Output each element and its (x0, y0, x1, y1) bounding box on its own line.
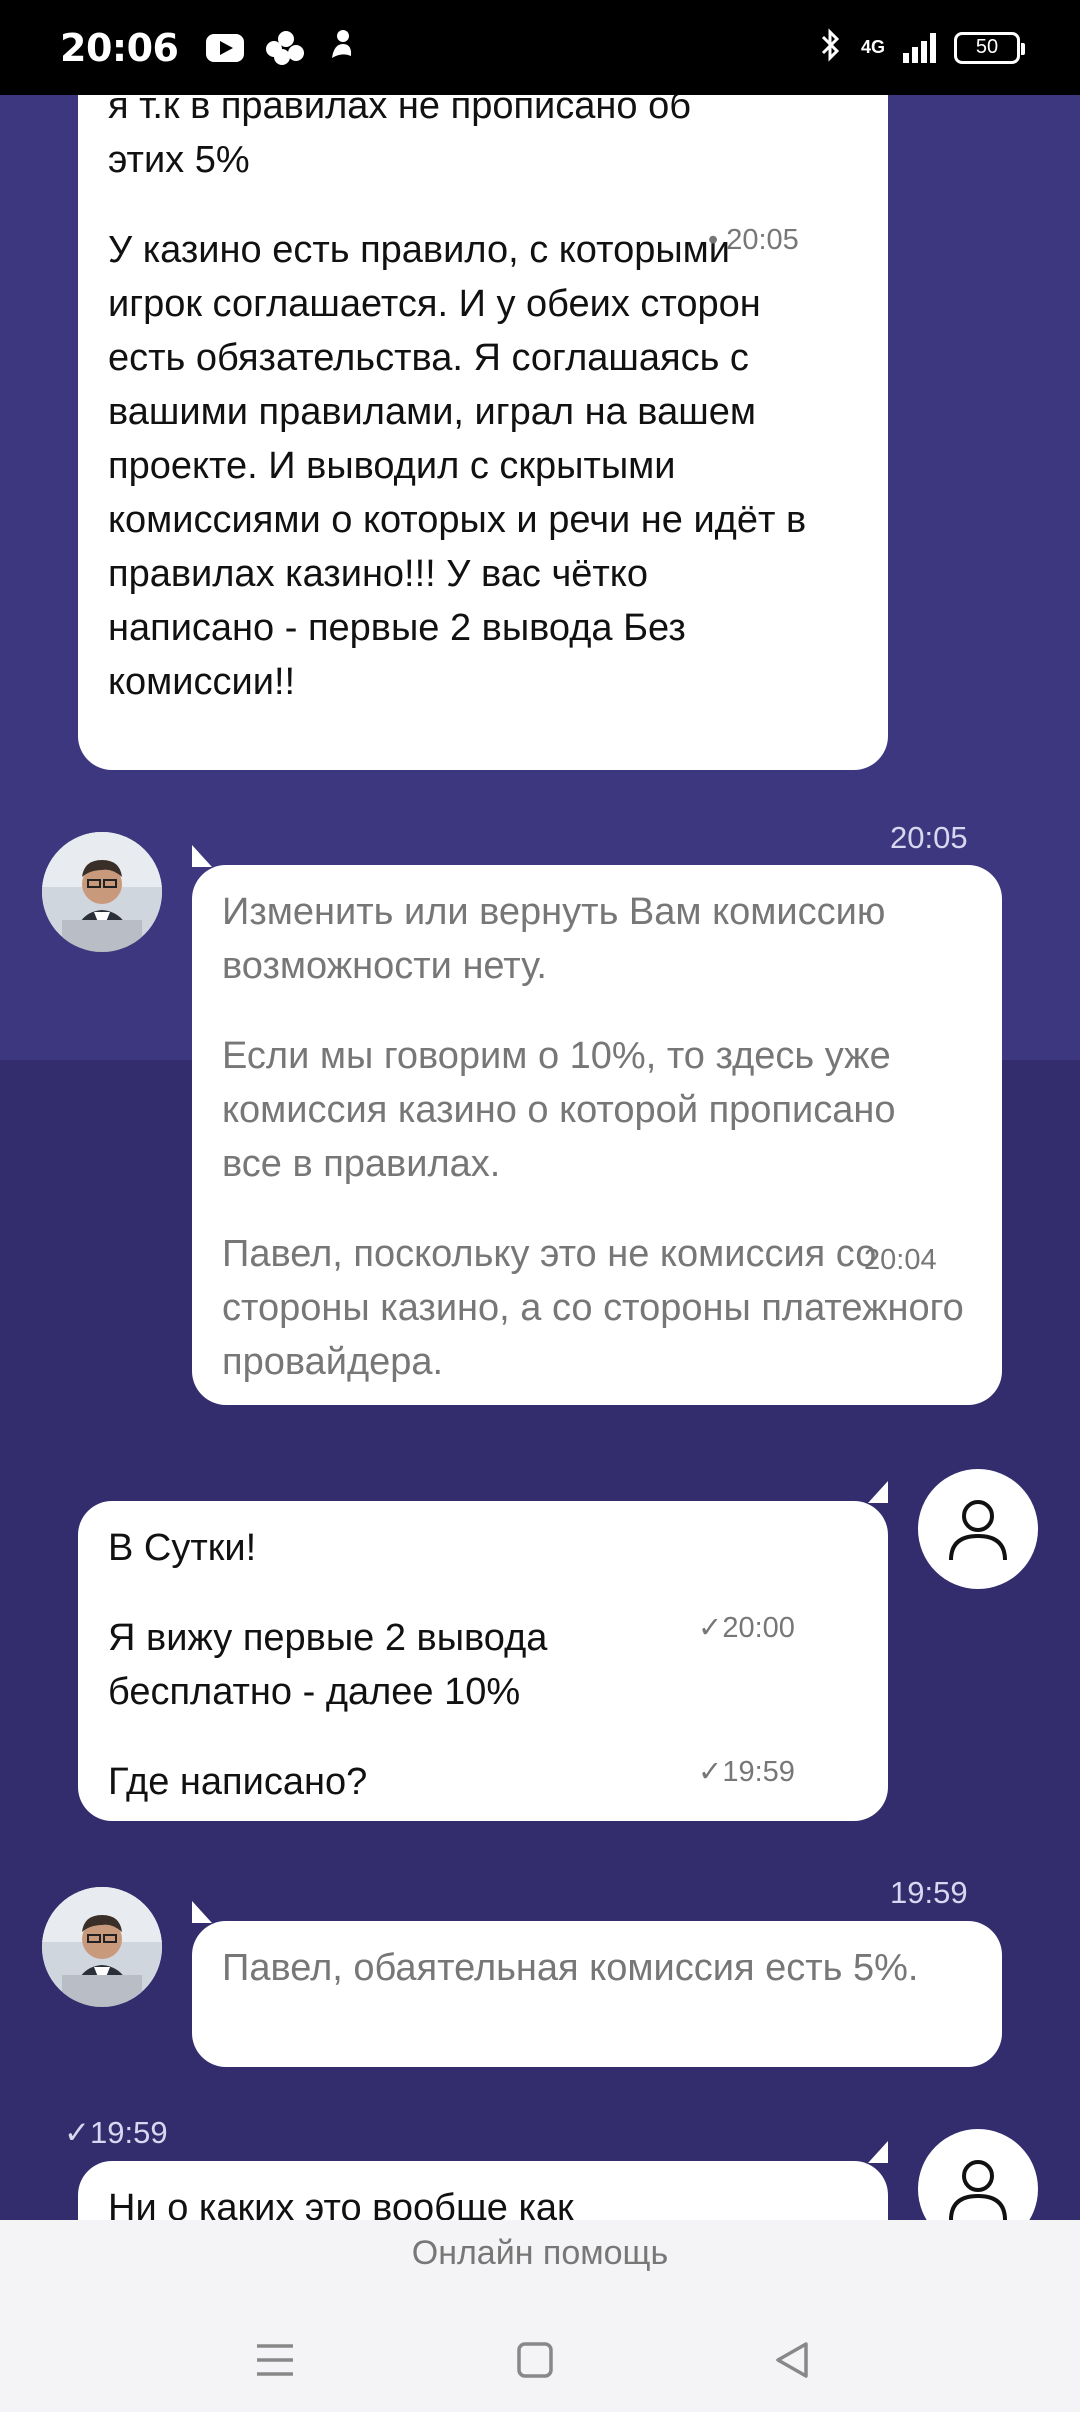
message-bubble-agent: Изменить или вернуть Вам комиссию возмож… (192, 865, 1002, 1405)
message-text: В Сутки! (108, 1527, 257, 1569)
message-text: Павел, обаятельная комиссия есть 5%. (222, 1947, 919, 1989)
battery-level: 50 (975, 36, 999, 58)
menu-icon[interactable] (245, 2330, 305, 2390)
message-bubble-user: В Сутки! Я вижу первые 2 вывода бесплатн… (78, 1501, 888, 1821)
message-header-time: ✓19:59 (64, 2115, 168, 2150)
message-text: Павел, поскольку это не комиссия со стор… (222, 1233, 964, 1383)
agent-photo (42, 1887, 162, 2007)
back-icon[interactable] (762, 2330, 822, 2390)
message-text: Я вижу первые 2 вывода бесплатно - далее… (108, 1617, 548, 1713)
app-dots-icon (266, 30, 305, 65)
message-time: • 20:05 (708, 224, 799, 256)
chat-area[interactable]: я т.к в правилах не прописано об этих 5%… (0, 95, 1080, 2220)
message-header-time: 19:59 (890, 1875, 968, 1910)
message-bubble-user: я т.к в правилах не прописано об этих 5%… (78, 95, 888, 770)
message-text: Если мы говорим о 10%, то здесь уже коми… (222, 1035, 896, 1185)
message-bubble-agent: Павел, обаятельная комиссия есть 5%. (192, 1921, 1002, 2067)
battery-icon: 50 (954, 31, 1025, 64)
network-type: 4G (860, 37, 885, 57)
user-avatar[interactable] (918, 2129, 1038, 2220)
message-text: этих 5% (108, 139, 250, 181)
status-time: 20:06 (60, 25, 179, 70)
message-bubble-user: Ни о каких это вообще как (78, 2161, 888, 2220)
notification-icon (326, 28, 356, 67)
status-bar: 20:06 4G 50 (0, 0, 1080, 95)
message-header-time: 20:05 (890, 820, 968, 855)
message-text: У казино есть правило, с которыми игрок … (108, 229, 807, 703)
message-time: ✓19:59 (698, 1756, 795, 1788)
message-time: 20:04 (864, 1244, 937, 1276)
system-nav-bar (0, 2330, 1080, 2400)
agent-avatar[interactable] (42, 1887, 162, 2007)
message-text: Ни о каких это вообще как (108, 2187, 574, 2220)
footer: Онлайн помощь (0, 2220, 1080, 2412)
youtube-icon (206, 33, 245, 62)
message-time: ✓20:00 (698, 1612, 795, 1644)
message-text: Изменить или вернуть Вам комиссию возмож… (222, 891, 886, 987)
home-icon[interactable] (505, 2330, 565, 2390)
agent-photo (42, 832, 162, 952)
user-icon (949, 1500, 1007, 1561)
agent-avatar[interactable] (42, 832, 162, 952)
bluetooth-icon (819, 27, 843, 68)
online-help-label[interactable]: Онлайн помощь (0, 2234, 1080, 2273)
message-text: я т.к в правилах не прописано об (108, 95, 691, 127)
signal-icon (903, 32, 936, 63)
user-icon (949, 2160, 1007, 2220)
user-avatar[interactable] (918, 1469, 1038, 1589)
